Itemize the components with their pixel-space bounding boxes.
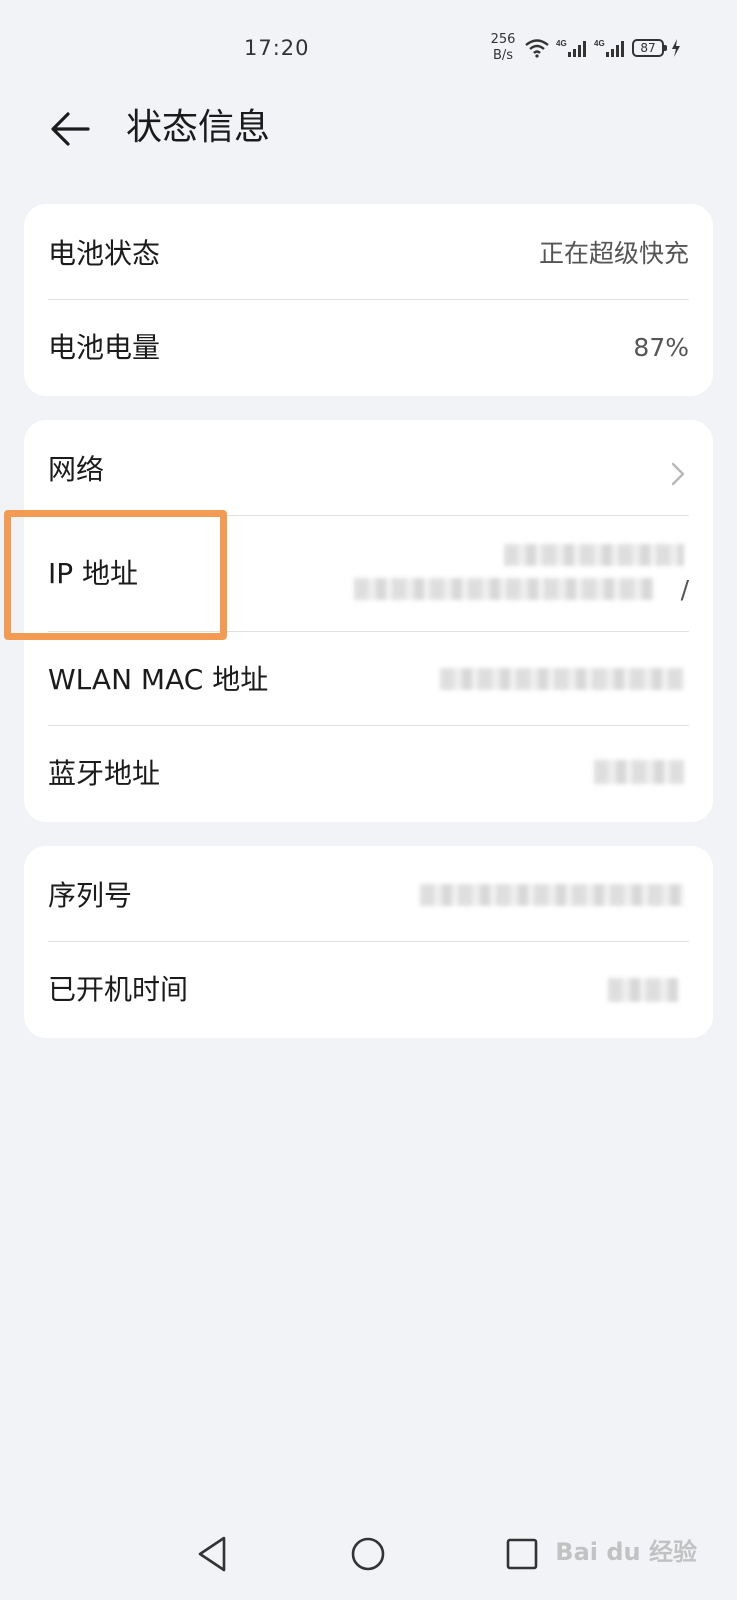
list-item-label: 序列号 xyxy=(48,879,133,912)
list-item-battery-status[interactable]: 电池状态 正在超级快充 xyxy=(24,204,713,300)
list-item-ip-address[interactable]: IP 地址 / xyxy=(24,516,713,632)
page-header: 状态信息 xyxy=(0,96,737,174)
list-item-label: 电池电量 xyxy=(48,331,161,364)
device-card: 序列号 已开机时间 xyxy=(24,846,713,1038)
list-item-label: 网络 xyxy=(48,453,105,486)
status-icons: 4G 4G 87 xyxy=(524,38,682,58)
list-item-value: 正在超级快充 xyxy=(538,239,689,268)
redacted-value xyxy=(608,978,678,1002)
list-item-bluetooth-address[interactable]: 蓝牙地址 xyxy=(24,726,713,822)
network-speed: 256 B/s xyxy=(486,32,520,64)
redacted-value xyxy=(504,544,684,566)
list-item-label: 电池状态 xyxy=(48,237,161,270)
list-item-label: WLAN MAC 地址 xyxy=(48,663,269,696)
signal-4g-icon: 4G xyxy=(556,39,586,57)
svg-text:4G: 4G xyxy=(594,39,605,48)
status-bar: 17:20 256 B/s 4G 4G 87 xyxy=(0,0,737,96)
svg-text:4G: 4G xyxy=(556,39,567,48)
redacted-value xyxy=(354,578,654,600)
list-item-value: 87% xyxy=(633,333,689,362)
nav-back-icon[interactable] xyxy=(190,1530,238,1578)
wifi-icon xyxy=(525,39,549,58)
watermark-text: Bai du 经验 xyxy=(555,1538,697,1566)
status-time: 17:20 xyxy=(244,36,310,60)
battery-indicator: 87 xyxy=(632,39,667,57)
network-card: 网络 IP 地址 / WLAN MAC 地址 蓝牙地址 xyxy=(24,420,713,822)
charging-bolt-icon xyxy=(672,39,680,57)
list-item-label: IP 地址 xyxy=(48,557,139,590)
back-arrow-icon[interactable] xyxy=(48,106,94,152)
list-item-label: 蓝牙地址 xyxy=(48,757,161,790)
signal-4g-icon: 4G xyxy=(594,39,624,57)
chevron-right-icon xyxy=(671,462,685,486)
list-item-wlan-mac[interactable]: WLAN MAC 地址 xyxy=(24,632,713,726)
battery-card: 电池状态 正在超级快充 电池电量 87% xyxy=(24,204,713,396)
network-speed-unit: B/s xyxy=(492,48,514,63)
redacted-value xyxy=(420,884,684,906)
nav-home-icon[interactable] xyxy=(344,1530,392,1578)
page-title: 状态信息 xyxy=(126,107,271,148)
redacted-value xyxy=(594,760,684,784)
list-item-label: 已开机时间 xyxy=(48,973,189,1006)
redacted-value xyxy=(440,668,684,690)
nav-recents-icon[interactable] xyxy=(498,1530,546,1578)
list-item-serial-number[interactable]: 序列号 xyxy=(24,846,713,942)
network-speed-value: 256 xyxy=(490,32,516,47)
list-item-network[interactable]: 网络 xyxy=(24,420,713,516)
list-item-battery-level[interactable]: 电池电量 87% xyxy=(24,300,713,396)
list-item-uptime[interactable]: 已开机时间 xyxy=(24,942,713,1038)
list-item-value-trailing: / xyxy=(680,575,689,604)
